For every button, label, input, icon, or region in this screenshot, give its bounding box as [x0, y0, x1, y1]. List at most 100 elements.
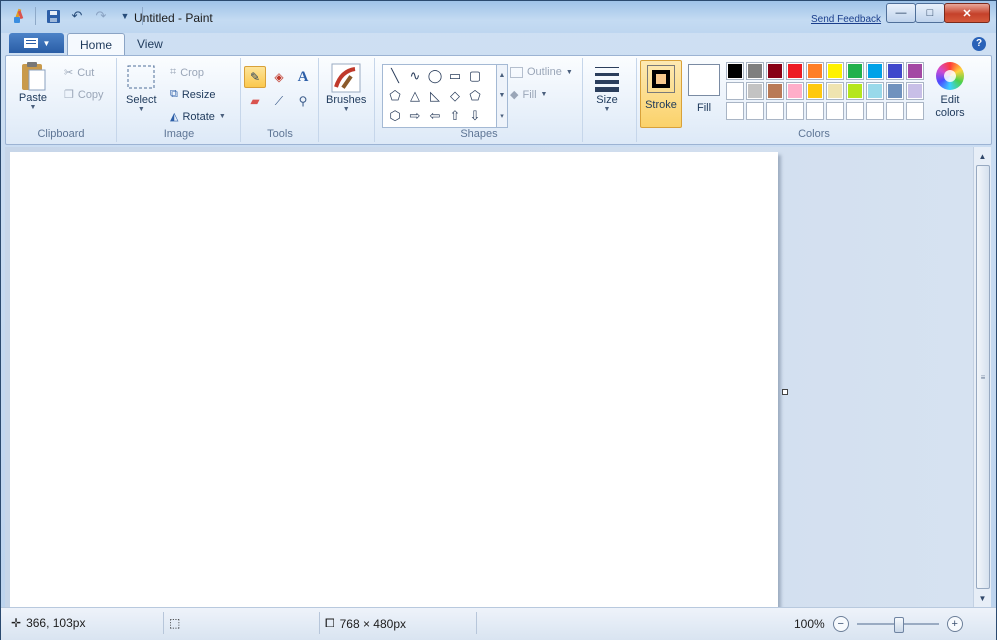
triangle-shape-icon[interactable]: △ [405, 86, 425, 106]
palette-color-fill [887, 63, 903, 79]
stroke-color-button[interactable]: Stroke [640, 60, 682, 128]
fill-button[interactable]: ◆ Fill ▼ [510, 88, 547, 102]
vertical-scrollbar[interactable]: ▲ ≡ ▼ [973, 147, 991, 607]
palette-color-fill [747, 83, 763, 99]
chevron-down-icon: ▼ [603, 106, 611, 113]
cursor-position-readout: ✛ 366, 103px [11, 616, 85, 630]
zoom-slider[interactable] [856, 617, 939, 633]
right-triangle-shape-icon[interactable]: ◺ [425, 86, 445, 106]
curve-shape-icon[interactable]: ∿ [405, 66, 425, 86]
palette-color-swatch[interactable] [786, 102, 804, 120]
drawing-canvas[interactable] [10, 152, 778, 607]
image-group: Select ▼ ⌗ Crop ⧉ Resize ◭ Rotate ▼ Imag… [118, 58, 241, 142]
help-icon[interactable]: ? [972, 37, 986, 51]
palette-color-swatch[interactable] [746, 82, 764, 100]
palette-color-swatch[interactable] [766, 62, 784, 80]
paint-app-icon[interactable] [9, 7, 27, 25]
paint-menu-button[interactable]: ▼ [9, 33, 64, 53]
palette-color-swatch[interactable] [866, 82, 884, 100]
rotate-button[interactable]: ◭ Rotate ▼ [170, 110, 226, 124]
fill-color-button[interactable]: Fill [686, 60, 722, 114]
select-button[interactable]: Select ▼ [126, 62, 157, 113]
palette-color-swatch[interactable] [826, 82, 844, 100]
scrollbar-thumb[interactable]: ≡ [976, 165, 990, 589]
pentagon-shape-icon[interactable]: ⬠ [465, 86, 485, 106]
resize-button[interactable]: ⧉ Resize [170, 88, 215, 101]
palette-color-swatch[interactable] [766, 102, 784, 120]
cut-button[interactable]: ✂ Cut [64, 66, 94, 80]
size-button[interactable]: Size ▼ [592, 62, 622, 113]
shapes-gallery-scroll[interactable]: ▲ ▼ ▾ [496, 64, 508, 128]
canvas-resize-handle[interactable] [782, 389, 788, 395]
fill-bucket-icon[interactable]: ◈ [268, 66, 290, 88]
palette-color-fill [907, 83, 923, 99]
redo-icon[interactable]: ↷ [92, 7, 110, 25]
gallery-expand-icon[interactable]: ▾ [500, 112, 504, 120]
palette-color-swatch[interactable] [726, 102, 744, 120]
rectangle-shape-icon[interactable]: ▭ [445, 66, 465, 86]
palette-color-swatch[interactable] [806, 62, 824, 80]
palette-color-swatch[interactable] [886, 62, 904, 80]
palette-color-swatch[interactable] [746, 62, 764, 80]
scroll-down-icon[interactable]: ▼ [975, 590, 990, 606]
line-shape-icon[interactable]: ╲ [385, 66, 405, 86]
palette-color-swatch[interactable] [726, 62, 744, 80]
outline-button[interactable]: Outline ▼ [510, 66, 573, 78]
diamond-shape-icon[interactable]: ◇ [445, 86, 465, 106]
close-button[interactable]: ✕ [944, 3, 990, 23]
copy-button[interactable]: ❐ Copy [64, 88, 104, 102]
palette-color-swatch[interactable] [826, 62, 844, 80]
chevron-down-icon[interactable]: ▼ [499, 92, 506, 99]
selection-size-icon: ⬚ [169, 616, 181, 630]
right-arrow-shape-icon[interactable]: ⇨ [405, 106, 425, 126]
zoom-in-icon[interactable]: + [946, 616, 963, 632]
rounded-rectangle-shape-icon[interactable]: ▢ [465, 66, 485, 86]
polygon-shape-icon[interactable]: ⬠ [385, 86, 405, 106]
magnifier-icon[interactable]: ⚲ [292, 90, 314, 112]
palette-color-swatch[interactable] [906, 102, 924, 120]
up-arrow-shape-icon[interactable]: ⇧ [445, 106, 465, 126]
palette-color-swatch[interactable] [866, 62, 884, 80]
zoom-slider-knob[interactable] [893, 617, 904, 633]
palette-color-swatch[interactable] [886, 82, 904, 100]
paste-button[interactable]: Paste ▼ [18, 60, 48, 111]
send-feedback-link[interactable]: Send Feedback [811, 14, 881, 25]
undo-icon[interactable]: ↶ [68, 7, 86, 25]
down-arrow-shape-icon[interactable]: ⇩ [465, 106, 485, 126]
palette-color-swatch[interactable] [906, 82, 924, 100]
palette-color-swatch[interactable] [846, 82, 864, 100]
palette-color-swatch[interactable] [866, 102, 884, 120]
palette-color-swatch[interactable] [806, 82, 824, 100]
left-arrow-shape-icon[interactable]: ⇦ [425, 106, 445, 126]
hexagon-shape-icon[interactable]: ⬡ [385, 106, 405, 126]
zoom-out-icon[interactable]: − [832, 616, 849, 632]
minimize-button[interactable]: — [886, 3, 916, 23]
crop-button[interactable]: ⌗ Crop [170, 66, 204, 79]
tab-view[interactable]: View [125, 33, 175, 55]
brushes-button[interactable]: Brushes ▼ [326, 62, 366, 113]
save-icon[interactable] [44, 7, 62, 25]
eraser-icon[interactable]: ▰ [244, 90, 266, 112]
palette-color-swatch[interactable] [786, 82, 804, 100]
palette-color-swatch[interactable] [906, 62, 924, 80]
pencil-icon[interactable]: ✎ [244, 66, 266, 88]
chevron-up-icon[interactable]: ▲ [499, 72, 506, 79]
window-title: Untitled - Paint [134, 11, 213, 25]
palette-color-swatch[interactable] [806, 102, 824, 120]
tab-home[interactable]: Home [67, 33, 126, 56]
palette-color-swatch[interactable] [846, 62, 864, 80]
color-picker-icon[interactable]: ⟋ [268, 90, 290, 112]
palette-color-swatch[interactable] [726, 82, 744, 100]
text-icon[interactable]: A [292, 66, 314, 88]
scroll-up-icon[interactable]: ▲ [975, 148, 990, 164]
palette-color-swatch[interactable] [826, 102, 844, 120]
palette-color-swatch[interactable] [786, 62, 804, 80]
palette-color-swatch[interactable] [846, 102, 864, 120]
maximize-button[interactable]: □ [915, 3, 945, 23]
edit-colors-button[interactable]: Edit colors [930, 62, 970, 120]
palette-color-swatch[interactable] [766, 82, 784, 100]
oval-shape-icon[interactable]: ◯ [425, 66, 445, 86]
palette-color-swatch[interactable] [746, 102, 764, 120]
customize-qat-dropdown-icon[interactable]: ▼ [116, 7, 134, 25]
palette-color-swatch[interactable] [886, 102, 904, 120]
